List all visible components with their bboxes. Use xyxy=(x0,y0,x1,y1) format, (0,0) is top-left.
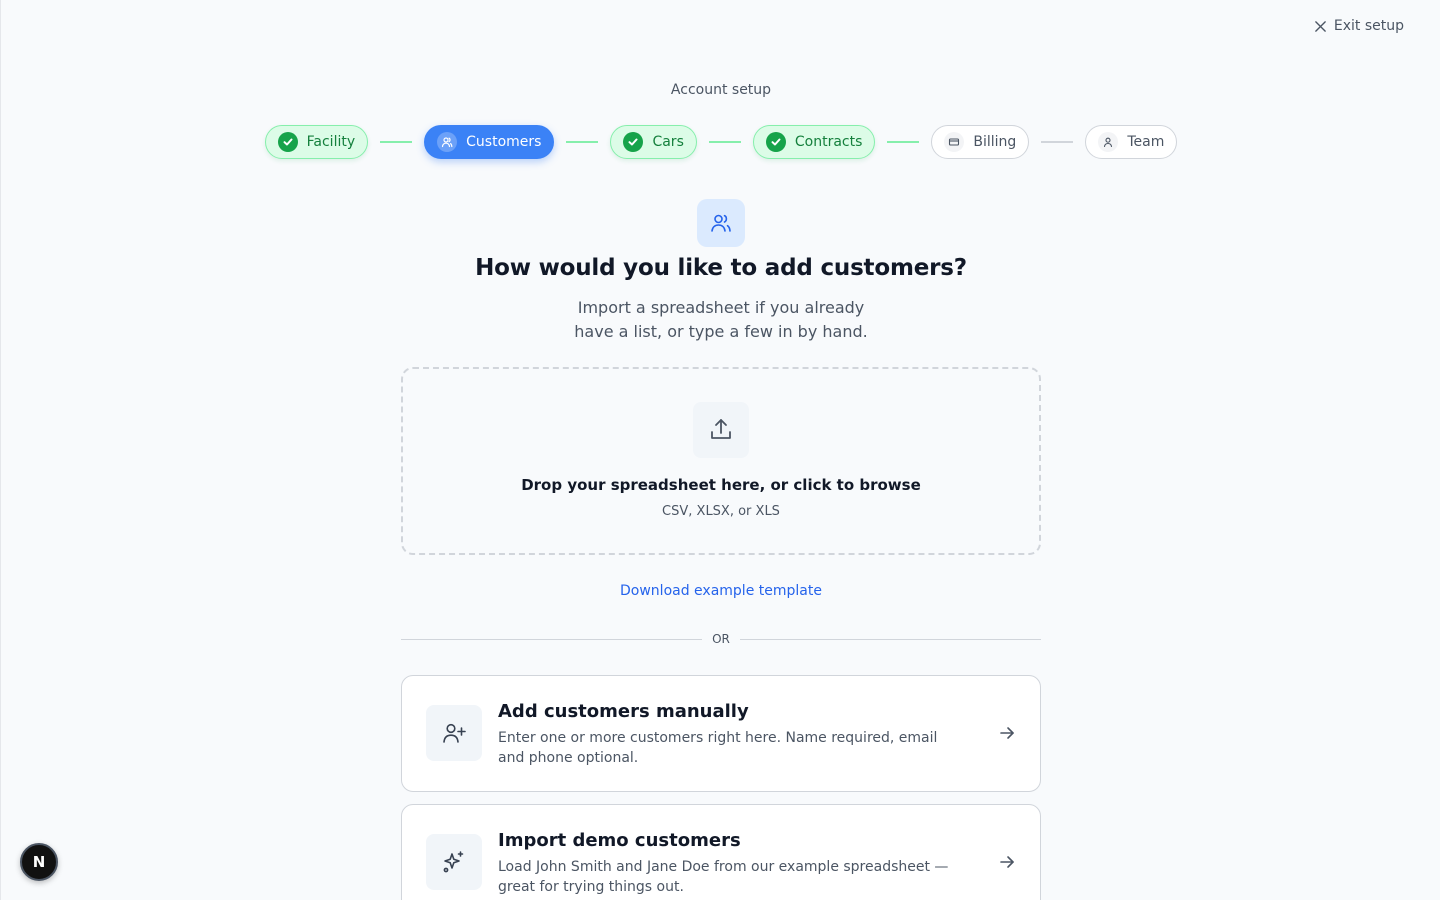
step-billing[interactable]: Billing xyxy=(931,125,1030,159)
option-title: Import demo customers xyxy=(498,830,741,851)
or-divider: OR xyxy=(401,630,1042,648)
divider-label: OR xyxy=(712,632,730,646)
option-title: Add customers manually xyxy=(498,701,749,722)
step-team[interactable]: Team xyxy=(1085,125,1178,159)
user-icon xyxy=(1098,132,1119,152)
spreadsheet-dropzone[interactable]: Drop your spreadsheet here, or click to … xyxy=(401,367,1041,555)
users-icon xyxy=(697,199,745,247)
step-connector xyxy=(566,141,599,143)
step-label: Cars xyxy=(652,134,684,150)
step-contracts[interactable]: Contracts xyxy=(752,125,876,159)
arrow-right-icon xyxy=(1000,856,1014,868)
dev-tools-badge[interactable]: N xyxy=(20,843,58,881)
step-facility[interactable]: Facility xyxy=(264,125,369,159)
download-template-link[interactable]: Download example template xyxy=(1,583,1440,599)
setup-overline: Account setup xyxy=(670,82,772,98)
step-customers[interactable]: Customers xyxy=(424,125,555,159)
step-connector xyxy=(1041,141,1074,143)
option-description: Load John Smith and Jane Doe from our ex… xyxy=(498,859,949,895)
import-demo-option[interactable]: Import demo customers Load John Smith an… xyxy=(401,804,1041,900)
option-description: Enter one or more customers right here. … xyxy=(498,730,938,766)
step-connector xyxy=(887,141,920,143)
step-cars[interactable]: Cars xyxy=(610,125,697,159)
arrow-right-icon xyxy=(1000,727,1014,739)
setup-stepper: Facility Customers Cars Contracts Billin… xyxy=(1,125,1440,159)
step-connector xyxy=(708,141,741,143)
sparkles-icon xyxy=(426,834,482,890)
users-icon xyxy=(437,132,458,152)
step-label: Billing xyxy=(973,134,1017,150)
exit-setup-button[interactable]: Exit setup xyxy=(1314,18,1404,34)
page-title: How would you like to add customers? xyxy=(475,255,967,281)
step-label: Customers xyxy=(466,134,542,150)
check-icon xyxy=(277,132,298,152)
step-connector xyxy=(380,141,413,143)
dropzone-title: Drop your spreadsheet here, or click to … xyxy=(521,476,921,494)
step-label: Team xyxy=(1127,134,1165,150)
exit-setup-label: Exit setup xyxy=(1333,18,1404,34)
step-label: Facility xyxy=(306,134,356,150)
credit-card-icon xyxy=(944,132,965,152)
dropzone-formats: CSV, XLSX, or XLS xyxy=(662,504,780,519)
setup-page: Exit setup Account setup Facility Custom… xyxy=(0,0,1440,900)
upload-icon xyxy=(693,402,749,458)
user-plus-icon xyxy=(426,705,482,761)
step-label: Contracts xyxy=(794,134,863,150)
page-subtitle: Import a spreadsheet if you already have… xyxy=(574,298,868,341)
check-icon xyxy=(623,132,644,152)
divider-line xyxy=(739,638,1042,640)
add-manually-option[interactable]: Add customers manually Enter one or more… xyxy=(401,675,1041,792)
close-icon xyxy=(1315,20,1326,32)
divider-line xyxy=(401,638,703,640)
check-icon xyxy=(765,132,786,152)
